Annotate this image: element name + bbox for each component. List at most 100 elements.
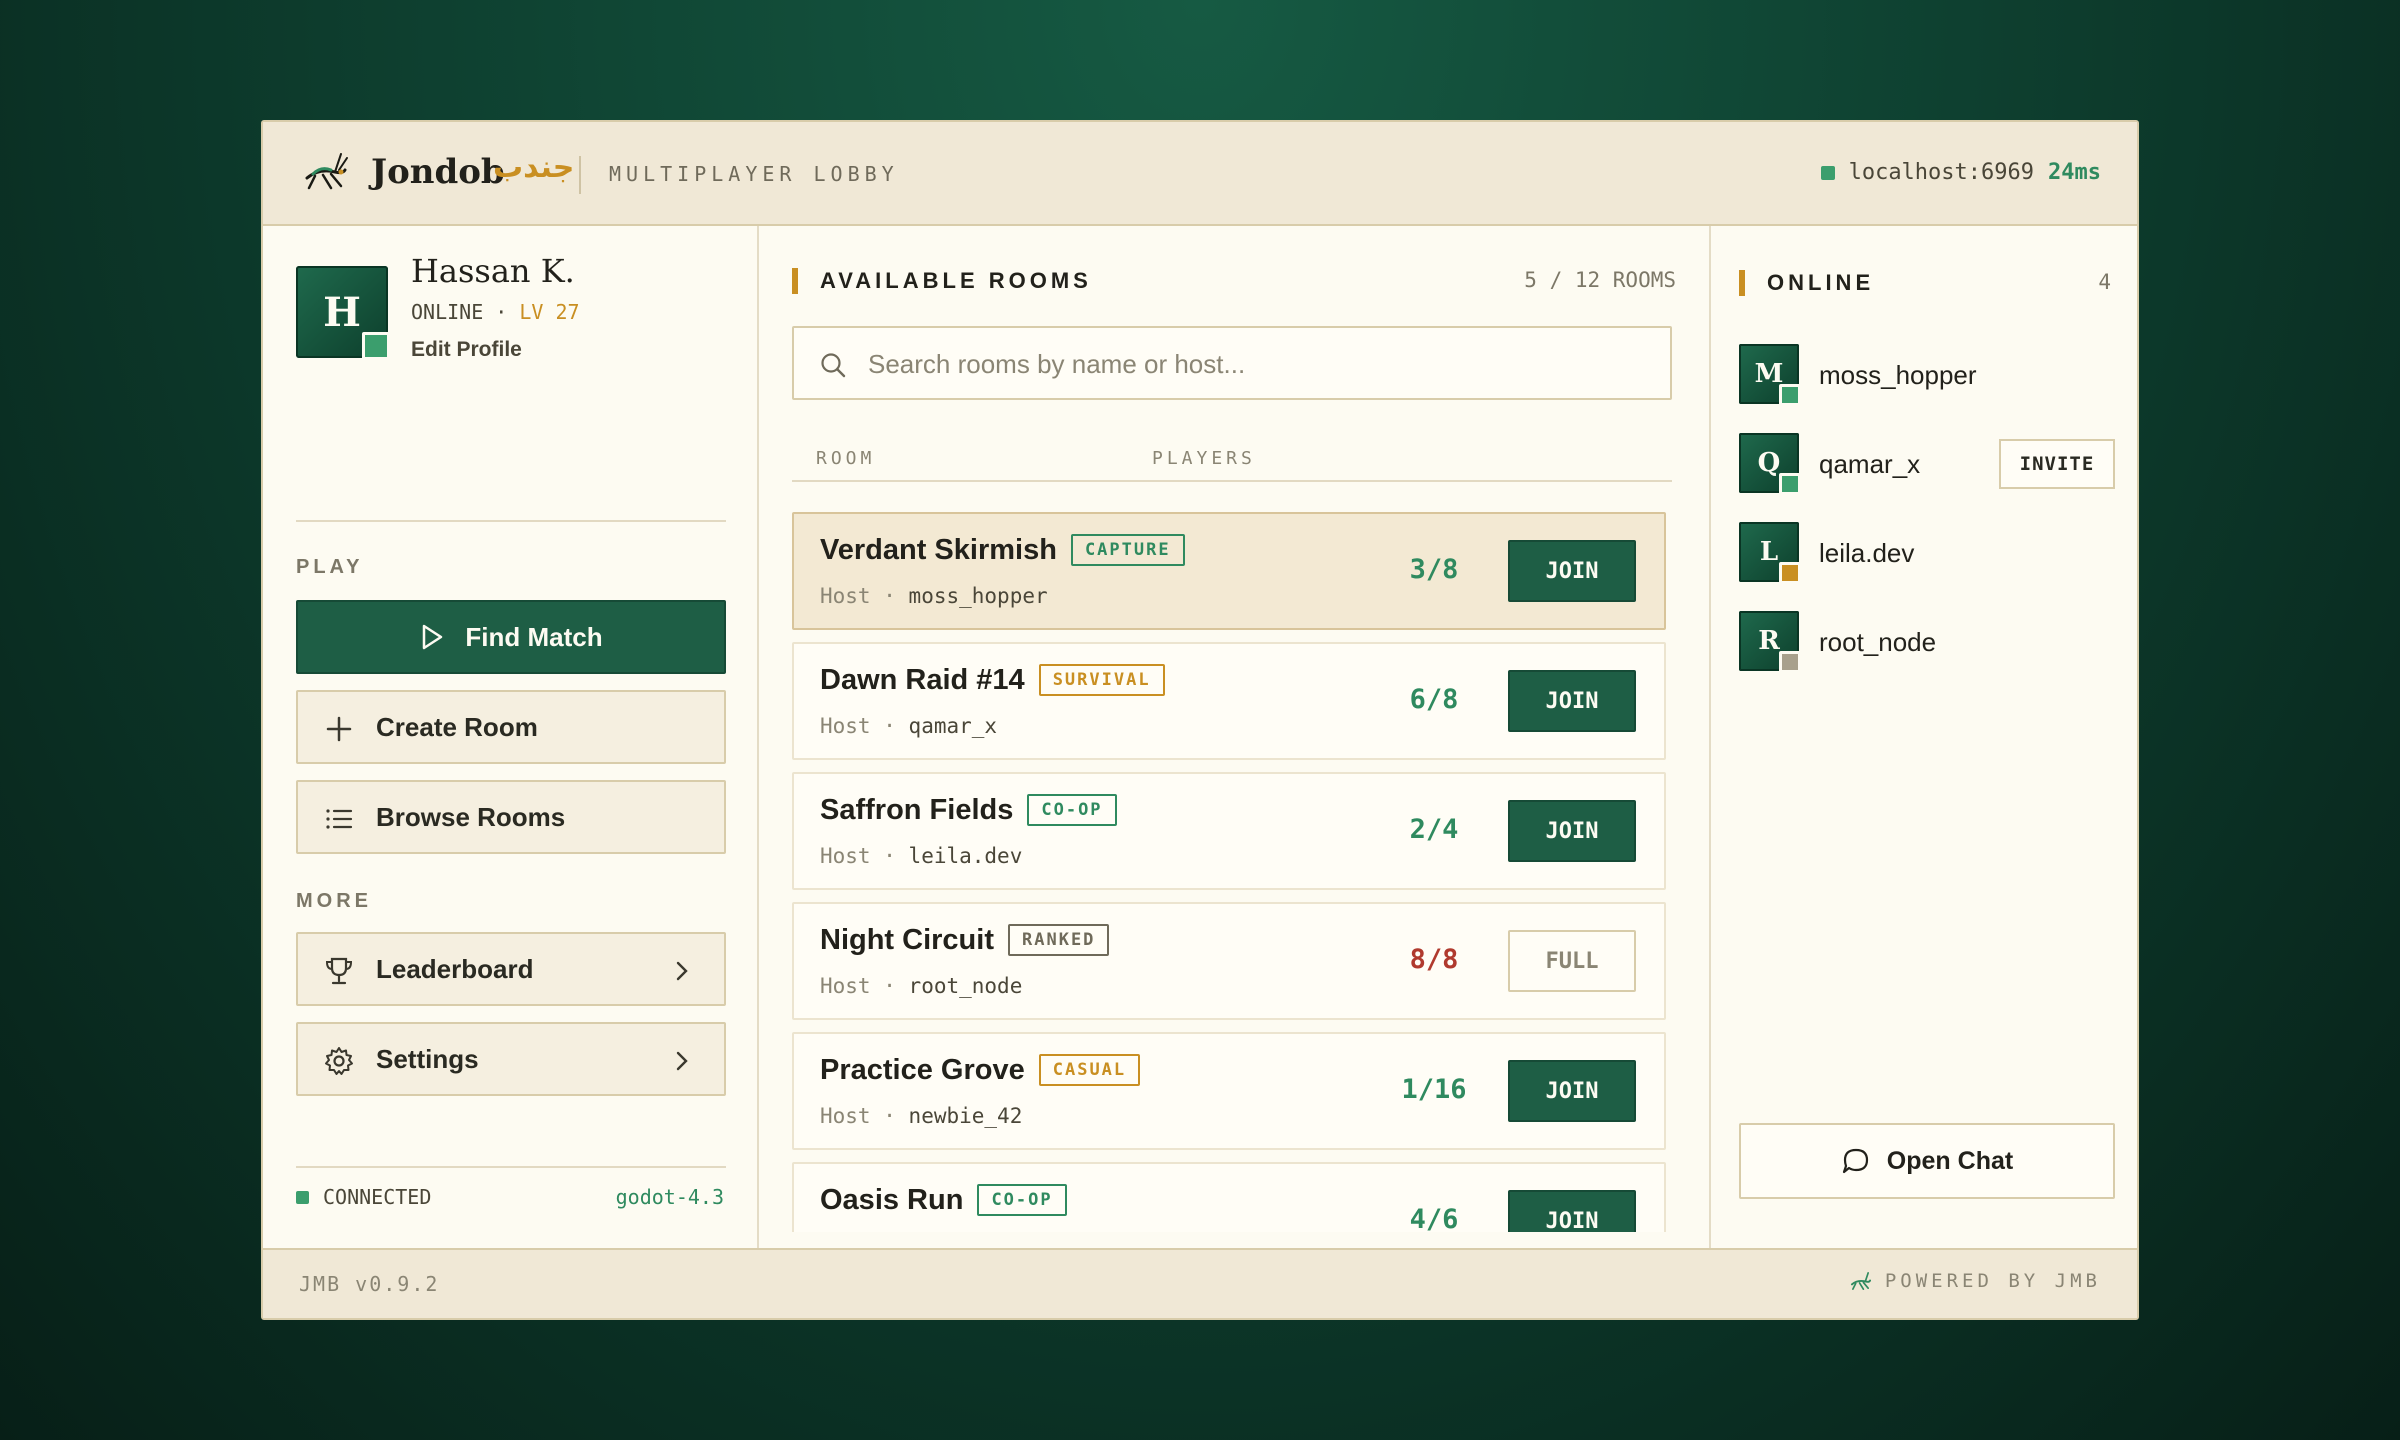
room-player-count: 6/8 [1409, 684, 1459, 715]
host-name: moss_hopper [908, 584, 1048, 608]
room-player-count: 2/4 [1409, 814, 1459, 845]
server-status: localhost:6969 24ms [1820, 160, 2101, 185]
host-separator: · [883, 714, 896, 738]
play-section-label: PLAY [296, 556, 364, 578]
avatar[interactable]: H [296, 266, 390, 360]
chat-bubble-icon [1842, 1148, 1868, 1174]
avatar-initial: H [323, 288, 361, 336]
search-input[interactable] [868, 342, 1648, 386]
column-header-divider [792, 480, 1672, 482]
find-match-button[interactable]: Find Match [296, 600, 726, 674]
room-name-line: Oasis Run CO-OP [820, 1184, 1067, 1217]
friend-initial: L [1759, 537, 1779, 567]
open-chat-label: Open Chat [1886, 1146, 2014, 1175]
host-separator: · [883, 584, 896, 608]
host-name: leila.dev [908, 844, 1023, 868]
user-level: LV 27 [519, 300, 580, 324]
room-name-line: Practice Grove CASUAL [820, 1054, 1141, 1087]
room-player-count: 8/8 [1409, 944, 1459, 975]
room-name-line: Dawn Raid #14 SURVIVAL [820, 664, 1165, 697]
join-button[interactable]: JOIN [1508, 1060, 1636, 1122]
room-row[interactable]: Night Circuit RANKED Host · root_node 8/8… [792, 902, 1666, 1020]
friend-item[interactable]: M moss_hopper [1739, 344, 2115, 406]
connection-status: CONNECTED [296, 1185, 431, 1209]
list-icon [326, 809, 353, 829]
room-name: Oasis Run [820, 1184, 964, 1216]
create-room-button[interactable]: Create Room [296, 690, 726, 764]
friend-name: root_node [1819, 627, 1937, 657]
trophy-icon [325, 957, 353, 985]
room-player-count: 1/16 [1401, 1074, 1467, 1105]
online-count: 4 [2098, 270, 2111, 294]
room-mode-tag: RANKED [1008, 924, 1110, 956]
room-name-line: Night Circuit RANKED [820, 924, 1110, 957]
chevron-right-icon [676, 961, 688, 981]
settings-label: Settings [376, 1043, 479, 1074]
join-button[interactable]: JOIN [1508, 540, 1636, 602]
grasshopper-logo-icon [305, 153, 348, 190]
brand-name: Jondob [371, 152, 505, 192]
room-host-line: Host · moss_hopper [820, 584, 1048, 608]
friend-name: moss_hopper [1819, 360, 1977, 390]
room-mode-tag: CO-OP [977, 1184, 1067, 1216]
host-label: Host [820, 584, 871, 608]
create-room-label: Create Room [376, 711, 538, 742]
edit-profile-link[interactable]: Edit Profile [411, 338, 522, 362]
friend-item[interactable]: R root_node [1739, 611, 2115, 673]
engine-version: godot-4.3 [615, 1185, 724, 1209]
open-chat-button[interactable]: Open Chat [1739, 1123, 2115, 1199]
play-icon [423, 624, 443, 650]
chevron-right-icon [676, 1051, 688, 1071]
online-panel: ONLINE 4 M moss_hopper Q qamar_x INVITE … [1709, 226, 2137, 1252]
server-host: localhost:6969 [1848, 160, 2035, 185]
join-button[interactable]: JOIN [1508, 670, 1636, 732]
room-row[interactable]: Dawn Raid #14 SURVIVAL Host · qamar_x 6/8… [792, 642, 1666, 760]
host-separator: · [883, 974, 896, 998]
page-subtitle: MULTIPLAYER LOBBY [609, 162, 899, 186]
room-host-line: Host · leila.dev [820, 844, 1022, 868]
leaderboard-label: Leaderboard [376, 953, 534, 984]
find-match-label: Find Match [465, 621, 603, 652]
powered-by-label: POWERED BY JMB [1884, 1270, 2101, 1292]
room-full-button[interactable]: FULL [1508, 930, 1636, 992]
room-row[interactable]: Saffron Fields CO-OP Host · leila.dev 2/4… [792, 772, 1666, 890]
room-name-line: Verdant Skirmish CAPTURE [820, 534, 1185, 567]
room-host-line: Host · newbie_42 [820, 1104, 1022, 1128]
friend-initial: Q [1757, 448, 1781, 478]
room-row[interactable]: Practice Grove CASUAL Host · newbie_42 1/… [792, 1032, 1666, 1150]
settings-button[interactable]: Settings [296, 1022, 726, 1096]
friend-item[interactable]: L leila.dev [1739, 522, 2115, 584]
host-name: qamar_x [908, 714, 998, 738]
invite-button[interactable]: INVITE [1999, 439, 2115, 489]
room-row[interactable]: Oasis RunCO-OP Host · dunes_77 4/6 JOIN [792, 1162, 1666, 1232]
app-footer: JMB v0.9.2 POWERED BY JMB [263, 1248, 2137, 1318]
join-button[interactable]: JOIN [1508, 800, 1636, 862]
app-header: Jondob جندب MULTIPLAYER LOBBY localhost:… [263, 122, 2137, 226]
rooms-panel-title: AVAILABLE ROOMS [792, 268, 1092, 294]
host-label: Host [820, 1104, 871, 1128]
server-online-indicator [1820, 165, 1835, 180]
room-player-count: 3/8 [1409, 554, 1459, 585]
browse-rooms-label: Browse Rooms [376, 801, 566, 832]
room-name: Practice Grove [820, 1054, 1025, 1086]
app-version: JMB v0.9.2 [299, 1272, 440, 1296]
rooms-panel: AVAILABLE ROOMS 5 / 12 ROOMS ROOM PLAYER… [759, 226, 1709, 1252]
room-mode-tag: CASUAL [1038, 1054, 1141, 1086]
leaderboard-button[interactable]: Leaderboard [296, 932, 726, 1006]
join-button[interactable]: JOIN [1508, 1190, 1636, 1232]
friend-status-indicator [1779, 384, 1801, 406]
browse-rooms-button[interactable]: Browse Rooms [296, 780, 726, 854]
user-name: Hassan K. [411, 252, 575, 290]
room-mode-tag: CO-OP [1027, 794, 1117, 826]
room-name: Saffron Fields [820, 794, 1014, 826]
room-name: Dawn Raid #14 [820, 664, 1025, 696]
friend-item[interactable]: Q qamar_x INVITE [1739, 433, 2115, 495]
room-row[interactable]: Verdant Skirmish CAPTURE Host · moss_hopp… [792, 512, 1666, 630]
room-count: 5 / 12 ROOMS [1524, 268, 1676, 292]
column-header-players: PLAYERS [1152, 448, 1256, 469]
lobby-window: Jondob جندب MULTIPLAYER LOBBY localhost:… [261, 120, 2139, 1320]
online-panel-title: ONLINE [1739, 270, 1874, 296]
room-player-count: 4/6 [1409, 1204, 1459, 1232]
host-name: root_node [908, 974, 1023, 998]
room-name: Verdant Skirmish [820, 534, 1057, 566]
